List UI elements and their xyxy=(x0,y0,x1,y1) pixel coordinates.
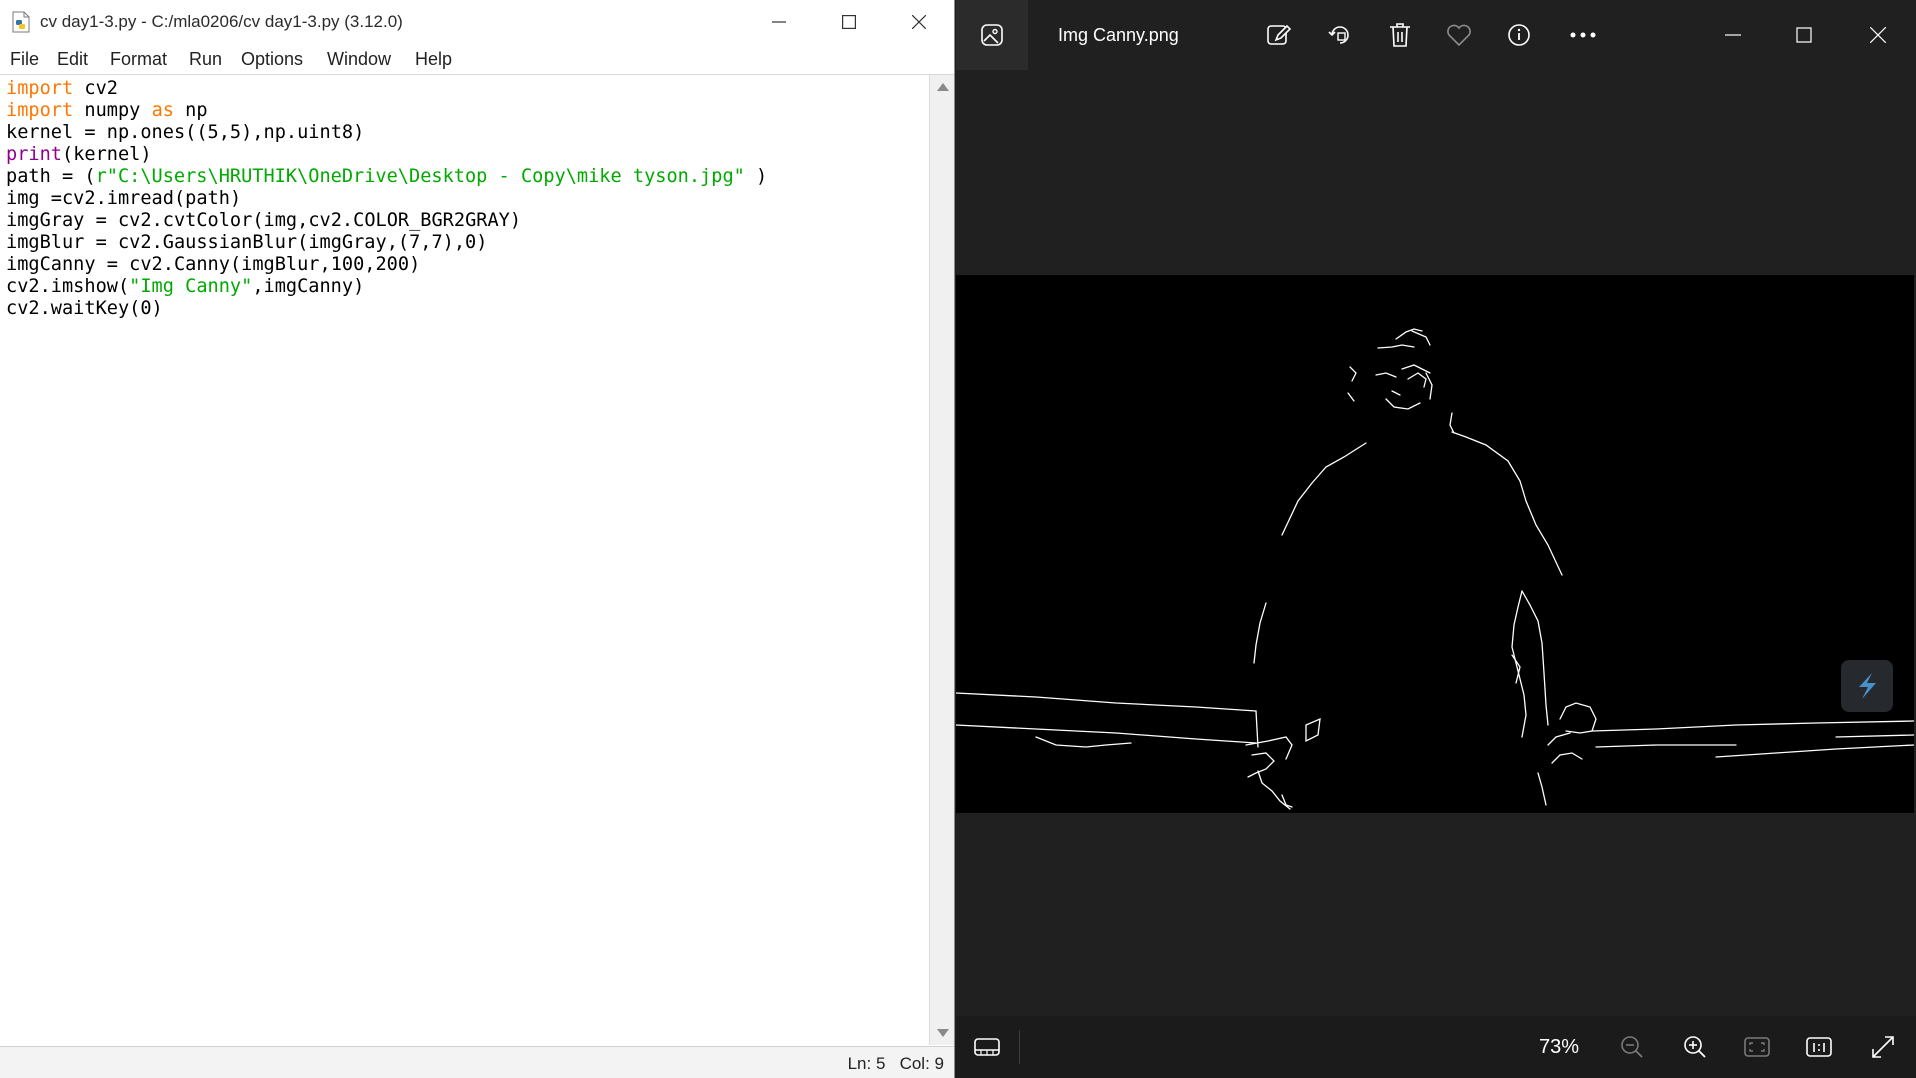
photos-top-bar[interactable]: Img Canny.png xyxy=(956,0,1916,70)
minimize-icon xyxy=(772,20,786,23)
code-line[interactable]: imgGray = cv2.cvtColor(img,cv2.COLOR_BGR… xyxy=(6,210,521,231)
fit-to-window-icon xyxy=(1744,1037,1770,1057)
favorite-button[interactable] xyxy=(1438,14,1480,56)
idle-title-bar[interactable]: cv day1-3.py - C:/mla0206/cv day1-3.py (… xyxy=(0,0,954,43)
line-number: Ln: 5 xyxy=(847,1054,886,1073)
zoom-in-button[interactable] xyxy=(1674,1026,1716,1068)
minimize-icon xyxy=(1725,34,1741,36)
code-line[interactable]: cv2.waitKey(0) xyxy=(6,298,163,319)
image-canvas[interactable] xyxy=(955,70,1916,1016)
info-icon xyxy=(1508,24,1530,46)
edit-icon xyxy=(1267,24,1292,45)
code-line[interactable]: imgBlur = cv2.GaussianBlur(imgGray,(7,7)… xyxy=(6,232,487,253)
rotate-button[interactable] xyxy=(1319,14,1361,56)
bottom-bar-divider xyxy=(1019,1030,1020,1064)
floating-assistant-button[interactable] xyxy=(1841,660,1893,712)
idle-menu-bar: File Edit Format Run Options Window Help xyxy=(0,44,954,75)
code-line[interactable]: import cv2 xyxy=(6,78,118,99)
column-number: Col: 9 xyxy=(899,1054,944,1073)
cursor-position: Ln: 5 Col: 9 xyxy=(848,1054,944,1074)
idle-editor-window: cv day1-3.py - C:/mla0206/cv day1-3.py (… xyxy=(0,0,955,1078)
filmstrip-button[interactable] xyxy=(966,1026,1008,1068)
delete-button[interactable] xyxy=(1379,14,1421,56)
fullscreen-icon xyxy=(1872,1036,1894,1058)
lightning-icon xyxy=(1859,673,1876,699)
menu-edit[interactable]: Edit xyxy=(57,49,88,70)
idle-status-bar: Ln: 5 Col: 9 xyxy=(0,1046,954,1078)
idle-close-button[interactable] xyxy=(884,0,954,43)
photos-close-button[interactable] xyxy=(1843,0,1913,70)
zoom-in-icon xyxy=(1684,1036,1706,1058)
vertical-scrollbar[interactable] xyxy=(929,75,954,1045)
info-button[interactable] xyxy=(1498,14,1540,56)
photos-bottom-bar: 73% xyxy=(956,1016,1916,1078)
zoom-out-icon xyxy=(1621,1036,1643,1058)
menu-format[interactable]: Format xyxy=(110,49,167,70)
canny-edge-drawing xyxy=(955,328,1915,810)
menu-options[interactable]: Options xyxy=(241,49,303,70)
zoom-out-button[interactable] xyxy=(1611,1026,1653,1068)
code-line[interactable]: imgCanny = cv2.Canny(imgBlur,100,200) xyxy=(6,254,420,275)
fullscreen-button[interactable] xyxy=(1862,1026,1904,1068)
scroll-down-arrow-icon[interactable] xyxy=(937,1029,949,1037)
actual-size-icon xyxy=(1806,1037,1832,1057)
close-icon xyxy=(912,14,926,29)
code-line[interactable]: print(kernel) xyxy=(6,144,152,165)
rotate-icon xyxy=(1328,26,1349,44)
scroll-up-arrow-icon[interactable] xyxy=(937,83,949,91)
gallery-icon xyxy=(981,24,1003,46)
idle-maximize-button[interactable] xyxy=(814,0,884,43)
code-editor[interactable]: import cv2 import numpy as np kernel = n… xyxy=(0,75,928,1045)
maximize-icon xyxy=(842,14,856,29)
python-file-icon xyxy=(10,11,32,33)
close-icon xyxy=(1870,27,1886,43)
menu-run[interactable]: Run xyxy=(189,49,222,70)
gallery-button[interactable] xyxy=(956,0,1028,70)
photos-maximize-button[interactable] xyxy=(1769,0,1839,70)
filmstrip-icon xyxy=(974,1038,1000,1056)
maximize-icon xyxy=(1796,27,1812,43)
code-text[interactable]: import cv2 import numpy as np kernel = n… xyxy=(6,78,767,320)
edit-image-button[interactable] xyxy=(1258,14,1300,56)
menu-file[interactable]: File xyxy=(10,49,39,70)
zoom-level: 73% xyxy=(1539,1036,1580,1058)
more-icon xyxy=(1570,32,1596,38)
favorite-icon xyxy=(1447,24,1471,47)
more-options-button[interactable] xyxy=(1562,14,1604,56)
image-filename: Img Canny.png xyxy=(1058,25,1179,45)
menu-help[interactable]: Help xyxy=(415,49,452,70)
canny-edge-image[interactable] xyxy=(955,275,1915,813)
code-line[interactable]: img =cv2.imread(path) xyxy=(6,188,241,209)
fit-to-window-button[interactable] xyxy=(1736,1026,1778,1068)
idle-minimize-button[interactable] xyxy=(744,0,814,43)
code-line[interactable]: kernel = np.ones((5,5),np.uint8) xyxy=(6,122,364,143)
code-line[interactable]: import numpy as np xyxy=(6,100,208,121)
actual-size-button[interactable] xyxy=(1798,1026,1840,1068)
photos-viewer-window: Img Canny.png 73% xyxy=(955,0,1916,1078)
menu-window[interactable]: Window xyxy=(327,49,391,70)
code-line[interactable]: path = (r"C:\Users\HRUTHIK\OneDrive\Desk… xyxy=(6,166,767,187)
delete-icon xyxy=(1390,23,1410,47)
code-line[interactable]: cv2.imshow("Img Canny",imgCanny) xyxy=(6,276,364,297)
idle-window-title: cv day1-3.py - C:/mla0206/cv day1-3.py (… xyxy=(40,12,403,31)
photos-minimize-button[interactable] xyxy=(1698,0,1768,70)
